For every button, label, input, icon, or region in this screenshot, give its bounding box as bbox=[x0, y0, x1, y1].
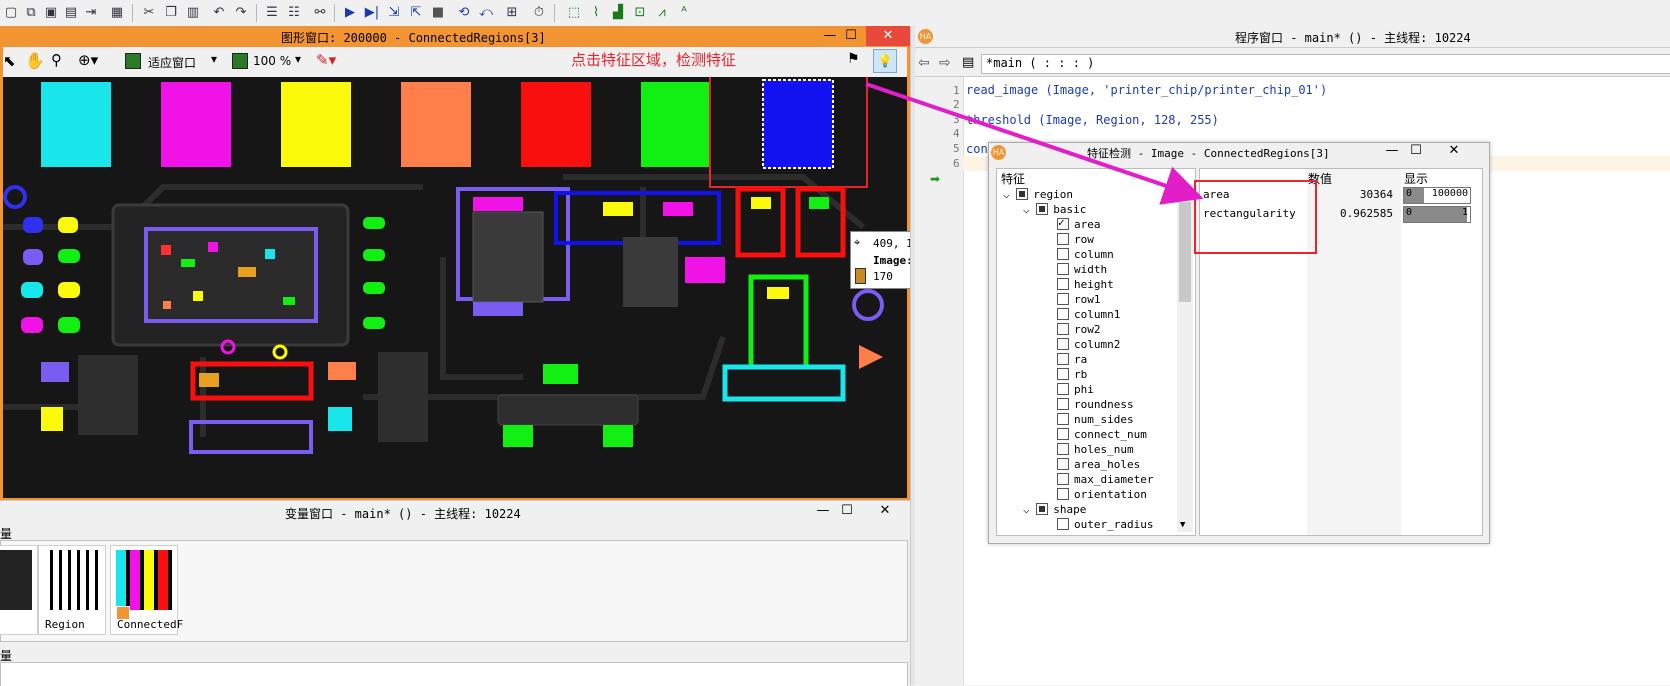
annotation-arrow bbox=[865, 82, 1204, 205]
